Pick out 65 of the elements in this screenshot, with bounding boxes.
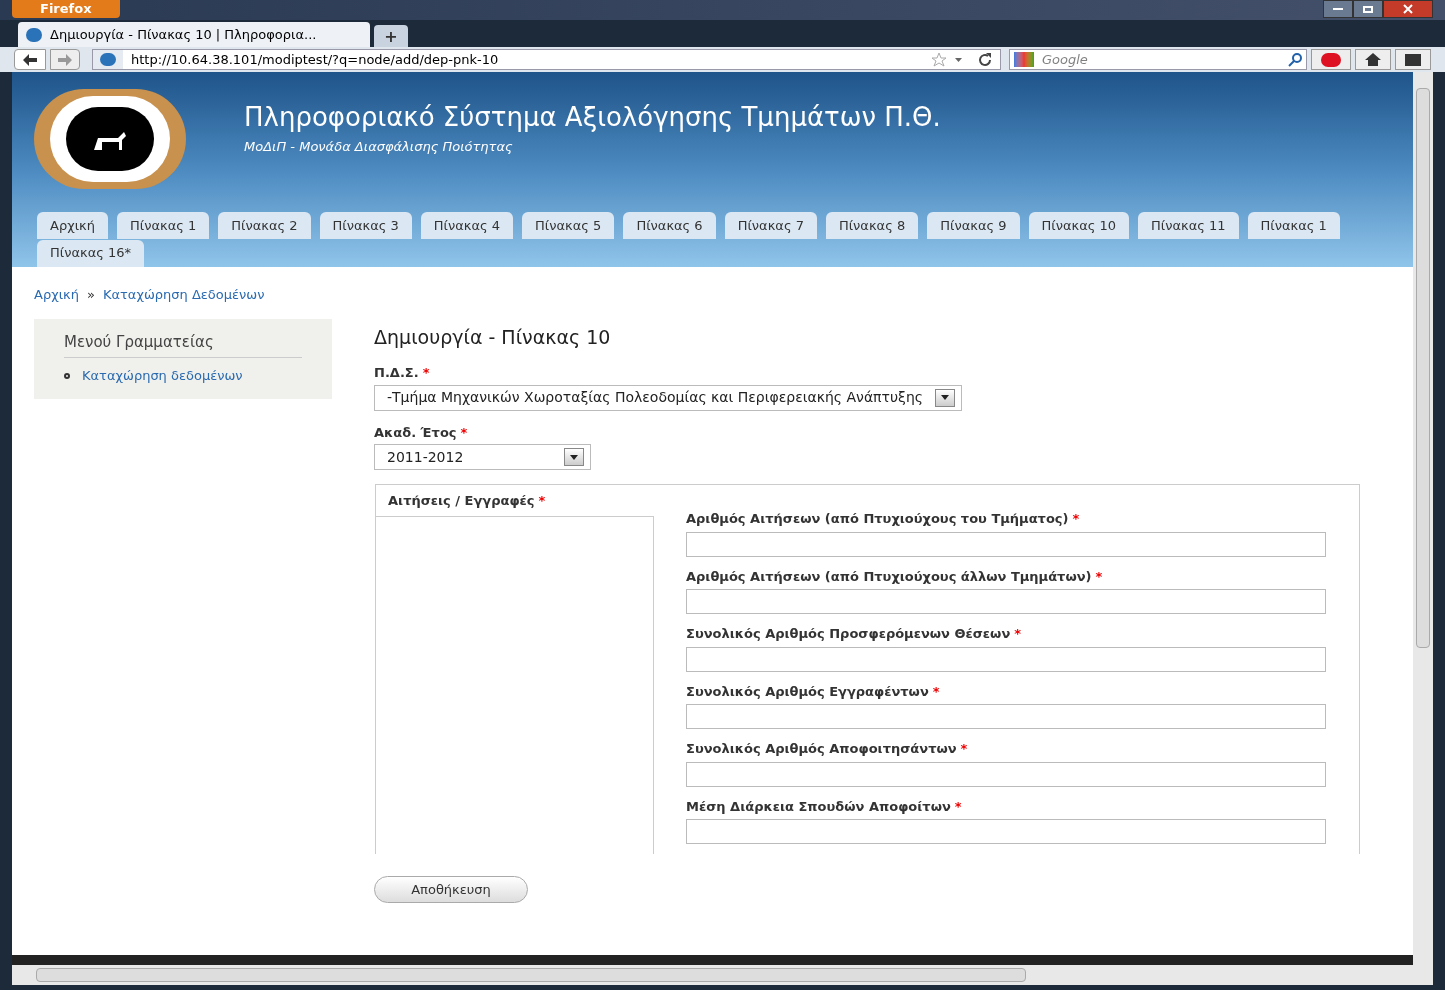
nav-tab[interactable]: Πίνακας 8 <box>825 212 919 239</box>
field-label: Π.Δ.Σ. <box>374 364 419 382</box>
form-title: Δημιουργία - Πίνακας 10 <box>374 324 612 350</box>
adblock-icon[interactable] <box>1311 49 1351 70</box>
bullet-icon <box>64 372 70 379</box>
horizontal-scrollbar[interactable] <box>12 965 1413 985</box>
nav-tab[interactable]: Πίνακας 5 <box>522 212 615 239</box>
text-field[interactable] <box>686 704 1326 729</box>
required-mark: * <box>1072 510 1080 528</box>
required-mark: * <box>932 682 940 701</box>
field-label: Μέση Διάρκεια Σπουδών Αποφοίτων <box>686 797 951 816</box>
site-title: Πληροφοριακό Σύστημα Αξιολόγησης Τμημάτων Π.Θ. <box>244 101 941 134</box>
required-mark: * <box>954 797 962 816</box>
text-field[interactable] <box>686 761 1326 787</box>
back-arrow-icon <box>23 53 37 66</box>
required-mark: * <box>1095 567 1103 586</box>
minimize-button[interactable] <box>1323 0 1353 18</box>
browser-tab[interactable]: Δημιουργία - Πίνακας 10 | Πληροφορια... <box>18 22 370 47</box>
text-field[interactable] <box>686 819 1326 844</box>
text-field[interactable] <box>686 646 1326 672</box>
close-button[interactable] <box>1383 0 1433 18</box>
field-label: Συνολικός Αριθμός Εγγραφέντων <box>686 682 929 701</box>
nav-tab[interactable]: Αρχική <box>37 212 108 239</box>
text-field[interactable] <box>686 589 1326 614</box>
search-icon[interactable] <box>1288 52 1302 67</box>
required-mark: * <box>422 364 430 382</box>
field-label: Αριθμός Αιτήσεων (από Πτυχιούχους του Τμήματος) <box>686 510 1069 528</box>
sidebar-title: Μενού Γραμματείας <box>64 330 302 358</box>
breadcrumb-separator: » <box>86 286 95 304</box>
site-subtitle: ΜοΔιΠ - Μονάδα Διασφάλισης Ποιότητας <box>244 138 514 156</box>
breadcrumb-link[interactable]: Αρχική <box>34 285 79 305</box>
required-mark: * <box>960 740 968 758</box>
select-field[interactable]: 2011-2012 <box>374 444 591 470</box>
vertical-scrollbar[interactable] <box>1413 72 1433 985</box>
maximize-button[interactable] <box>1353 0 1383 18</box>
text-field[interactable] <box>686 531 1326 557</box>
nav-tab[interactable]: Πίνακας 10 <box>1028 212 1130 239</box>
field-label: Συνολικός Αριθμός Προσφερόμενων Θέσεων <box>686 625 1011 643</box>
nav-tab[interactable]: Πίνακας 1 <box>116 212 210 239</box>
field-label: Συνολικός Αριθμός Αποφοιτησάντων <box>686 740 957 758</box>
nav-tab[interactable]: Πίνακας 16* <box>37 239 145 267</box>
nav-tab[interactable]: Πίνακας 7 <box>724 212 817 239</box>
back-button[interactable] <box>14 49 46 70</box>
home-icon[interactable] <box>1355 49 1391 70</box>
nav-tab[interactable]: Πίνακας 9 <box>927 212 1020 239</box>
nav-tab[interactable]: Πίνακας 11 <box>1138 212 1239 239</box>
close-icon <box>1403 4 1413 14</box>
nav-tab[interactable]: Πίνακας 2 <box>218 212 311 239</box>
sidebar-link[interactable]: Καταχώρηση δεδομένων <box>82 366 243 386</box>
required-mark: * <box>1014 625 1022 643</box>
field-label: Ακαδ. Έτος <box>374 423 457 442</box>
nav-tab[interactable]: Πίνακας 6 <box>623 212 716 239</box>
save-button[interactable]: Αποθήκευση <box>374 876 528 903</box>
select-field[interactable]: -Τμήμα Μηχανικών Χωροταξίας Πολεοδομίας και Περιφερειακής Ανάπτυξης <box>374 384 962 411</box>
field-label: Αριθμός Αιτήσεων (από Πτυχιούχους άλλων Τμημάτων) <box>686 567 1092 586</box>
breadcrumb-link[interactable]: Καταχώρηση Δεδομένων <box>102 285 265 305</box>
new-tab-button[interactable]: + <box>374 25 408 47</box>
nav-tab[interactable]: Πίνακας 1 <box>1247 212 1340 239</box>
forward-arrow-icon <box>58 53 72 66</box>
search-field[interactable]: Google <box>1009 49 1307 70</box>
nav-tab[interactable]: Πίνακας 4 <box>420 212 514 239</box>
required-mark: * <box>538 491 546 510</box>
search-input[interactable]: Google <box>1042 49 1280 70</box>
required-mark: * <box>460 423 468 442</box>
nav-tab[interactable]: Πίνακας 3 <box>319 212 412 239</box>
